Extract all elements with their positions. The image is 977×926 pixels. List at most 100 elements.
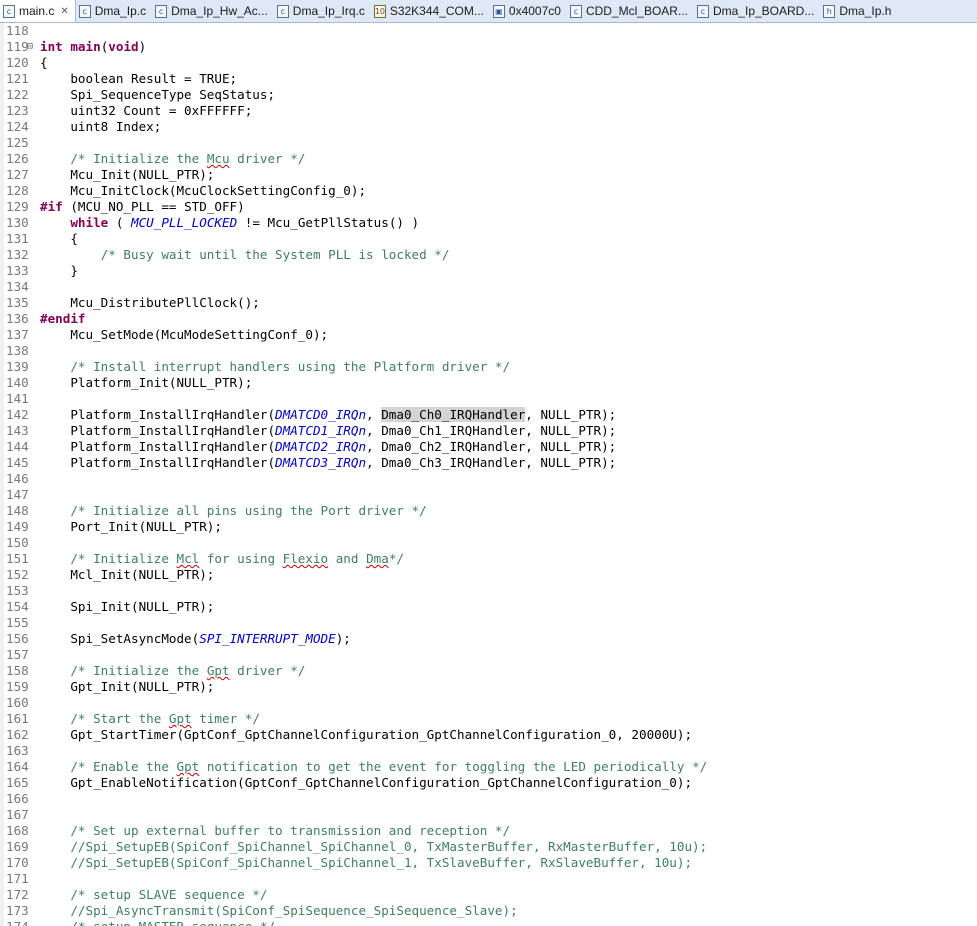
code-token: /* setup SLAVE sequence */ [40,887,268,902]
code-line[interactable]: 171 [0,871,977,887]
code-line[interactable]: 144 Platform_InstallIrqHandler(DMATCD2_I… [0,439,977,455]
code-line[interactable]: 125 [0,135,977,151]
code-line[interactable]: 119 ⊟ int main(void) [0,39,977,55]
line-number: 172 [6,887,29,902]
code-line[interactable]: 121 boolean Result = TRUE; [0,71,977,87]
tab-3[interactable]: c Dma_Ip_Hw_Ac... [152,0,274,22]
code-text: /* Initialize all pins using the Port dr… [40,503,426,519]
code-line[interactable]: 166 [0,791,977,807]
code-text: /* Initialize Mcl for using Flexio and D… [40,551,404,567]
code-line[interactable]: 131 { [0,231,977,247]
line-number: 166 [6,791,29,806]
code-line[interactable]: 122 Spi_SequenceType SeqStatus; [0,87,977,103]
code-line[interactable]: 165 Gpt_EnableNotification(GptConf_GptCh… [0,775,977,791]
code-line[interactable]: 143 Platform_InstallIrqHandler(DMATCD1_I… [0,423,977,439]
code-line[interactable]: 146 [0,471,977,487]
code-line[interactable]: 129 #if (MCU_NO_PLL == STD_OFF) [0,199,977,215]
code-line[interactable]: 140 Platform_Init(NULL_PTR); [0,375,977,391]
code-line[interactable]: 141 [0,391,977,407]
code-line[interactable]: 158 /* Initialize the Gpt driver */ [0,663,977,679]
line-number: 148 [6,503,29,518]
code-line[interactable]: 118 [0,23,977,39]
code-line[interactable]: 148 /* Initialize all pins using the Por… [0,503,977,519]
code-line[interactable]: 137 Mcu_SetMode(McuModeSettingConf_0); [0,327,977,343]
code-line[interactable]: 150 [0,535,977,551]
tab-2[interactable]: c Dma_Ip.c [76,0,152,22]
code-line[interactable]: 172 /* setup SLAVE sequence */ [0,887,977,903]
code-token: /* Start the [40,711,169,726]
code-token: (MCU_NO_PLL == STD_OFF) [62,199,245,214]
code-line[interactable]: 139 /* Install interrupt handlers using … [0,359,977,375]
code-line[interactable]: 149 Port_Init(NULL_PTR); [0,519,977,535]
code-line[interactable]: 138 [0,343,977,359]
code-line[interactable]: 147 [0,487,977,503]
tab-9[interactable]: h Dma_Ip.h [820,0,897,22]
code-line[interactable]: 124 uint8 Index; [0,119,977,135]
line-number: 138 [6,343,29,358]
tab-5[interactable]: 10 S32K344_COM... [371,0,490,22]
line-number: 133 [6,263,29,278]
code-line[interactable]: 163 [0,743,977,759]
code-token: //Spi_SetupEB(SpiConf_SpiChannel_SpiChan… [40,839,708,854]
line-number: 144 [6,439,29,454]
code-token: Platform_InstallIrqHandler( [40,455,276,470]
code-line[interactable]: 169 //Spi_SetupEB(SpiConf_SpiChannel_Spi… [0,839,977,855]
code-line[interactable]: 159 Gpt_Init(NULL_PTR); [0,679,977,695]
line-number: 136 [6,311,29,326]
code-line[interactable]: 134 [0,279,977,295]
code-line[interactable]: 120 { [0,55,977,71]
tab-label: main.c [19,4,55,18]
fold-toggle-icon[interactable]: ⊟ [27,39,33,55]
code-token: /* Initialize the [40,663,207,678]
code-token: } [40,263,78,278]
code-line[interactable]: 153 [0,583,977,599]
tab-8[interactable]: c Dma_Ip_BOARD... [694,0,820,22]
code-line[interactable]: 157 [0,647,977,663]
code-line[interactable]: 127 Mcu_Init(NULL_PTR); [0,167,977,183]
code-line[interactable]: 164 /* Enable the Gpt notification to ge… [0,759,977,775]
code-line[interactable]: 161 /* Start the Gpt timer */ [0,711,977,727]
code-line[interactable]: 152 Mcl_Init(NULL_PTR); [0,567,977,583]
code-line[interactable]: 162 Gpt_StartTimer(GptConf_GptChannelCon… [0,727,977,743]
code-line[interactable]: 136 #endif [0,311,977,327]
code-token: , Dma0_Ch2_IRQHandler, NULL_PTR); [366,439,617,454]
code-line[interactable]: 156 Spi_SetAsyncMode(SPI_INTERRUPT_MODE)… [0,631,977,647]
code-editor[interactable]: 118 119 ⊟ int main(void) 120{121 boolean Res… [0,23,977,926]
code-token: DMATCD2_IRQn [275,439,367,454]
h-file-icon: h [823,4,836,18]
code-token: ); [335,631,351,646]
code-line[interactable]: 145 Platform_InstallIrqHandler(DMATCD3_I… [0,455,977,471]
code-token: /* Initialize the [40,151,207,166]
code-line[interactable]: 128 Mcu_InitClock(McuClockSettingConfig_… [0,183,977,199]
code-token: #endif [40,311,86,326]
code-line[interactable]: 126 /* Initialize the Mcu driver */ [0,151,977,167]
code-line[interactable]: 155 [0,615,977,631]
tab-label: CDD_Mcl_BOAR... [585,4,688,18]
code-line[interactable]: 160 [0,695,977,711]
close-icon[interactable]: ✕ [60,6,68,17]
code-text: /* Install interrupt handlers using the … [40,359,510,375]
code-line[interactable]: 167 [0,807,977,823]
code-token: MCU_PLL_LOCKED [131,215,238,230]
code-line[interactable]: 170 //Spi_SetupEB(SpiConf_SpiChannel_Spi… [0,855,977,871]
line-number: 128 [6,183,29,198]
code-line[interactable]: 154 Spi_Init(NULL_PTR); [0,599,977,615]
code-token: */ [388,551,404,566]
code-line[interactable]: 168 /* Set up external buffer to transmi… [0,823,977,839]
code-line[interactable]: 135 Mcu_DistributePllClock(); [0,295,977,311]
tab-7[interactable]: c CDD_Mcl_BOAR... [567,0,694,22]
code-line[interactable]: 173 //Spi_AsyncTransmit(SpiConf_SpiSeque… [0,903,977,919]
code-token: Gpt_Init(NULL_PTR); [40,679,215,694]
code-line[interactable]: 123 uint32 Count = 0xFFFFFF; [0,103,977,119]
tab-1[interactable]: c main.c ✕ [0,0,76,22]
tab-6[interactable]: ▣ 0x4007c0 [490,0,567,22]
code-line[interactable]: 142 Platform_InstallIrqHandler(DMATCD0_I… [0,407,977,423]
code-line[interactable]: 151 /* Initialize Mcl for using Flexio a… [0,551,977,567]
code-line[interactable]: 132 /* Busy wait until the System PLL is… [0,247,977,263]
tab-4[interactable]: c Dma_Ip_Irq.c [274,0,371,22]
code-line[interactable]: 130 while ( MCU_PLL_LOCKED != Mcu_GetPll… [0,215,977,231]
code-line[interactable]: 174 /* setup MASTER sequence */ [0,919,977,926]
code-text: /* Start the Gpt timer */ [40,711,260,727]
code-token: , [366,407,382,422]
code-line[interactable]: 133 } [0,263,977,279]
